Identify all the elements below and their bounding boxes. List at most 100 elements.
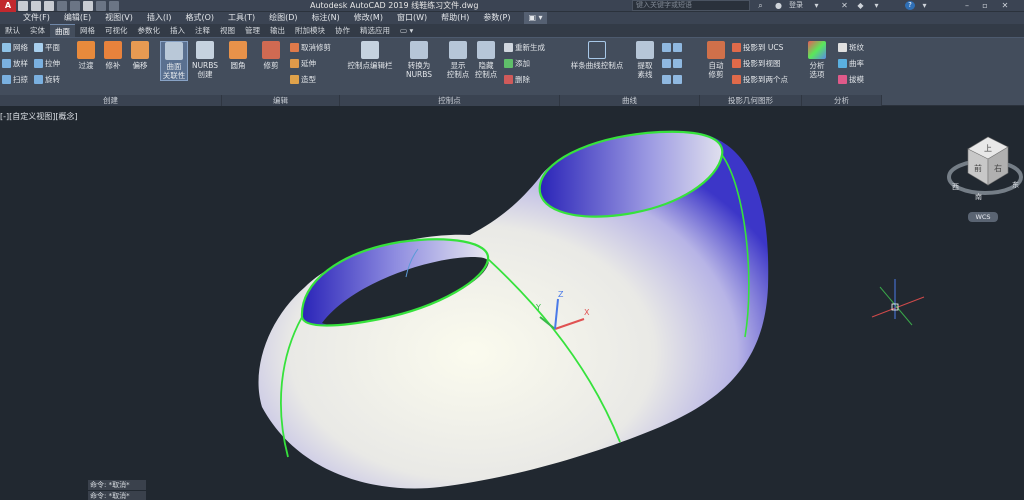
ribbon-tab[interactable]: 视图 <box>215 24 240 37</box>
app-logo-icon[interactable]: A <box>0 0 16 12</box>
remove-cv-button[interactable]: 删除 <box>504 74 530 85</box>
help-icon[interactable]: ? <box>905 1 915 10</box>
offset-button[interactable]: 偏移 <box>127 41 153 70</box>
ribbon-tab[interactable]: 输出 <box>265 24 290 37</box>
plot-icon[interactable] <box>70 1 80 11</box>
save-icon[interactable] <box>44 1 54 11</box>
hide-cv-button[interactable]: 隐藏 控制点 <box>472 41 500 79</box>
menu-dimension[interactable]: 标注(N) <box>312 12 340 24</box>
maximize-icon[interactable]: ▫ <box>978 0 992 11</box>
save-as-icon[interactable] <box>57 1 67 11</box>
new-file-icon[interactable] <box>18 1 28 11</box>
menu-format[interactable]: 格式(O) <box>185 12 214 24</box>
analysis-options-button[interactable]: 分析 选项 <box>804 41 830 79</box>
menu-overflow[interactable]: ▣ ▾ <box>524 12 547 24</box>
ribbon-tab[interactable]: 参数化 <box>133 24 166 37</box>
show-cv-button[interactable]: 显示 控制点 <box>444 41 472 79</box>
menu-insert[interactable]: 插入(I) <box>147 12 172 24</box>
extract-isolines-button[interactable]: 提取 素线 <box>632 41 658 79</box>
auto-trim-button[interactable]: 自动 修剪 <box>703 41 729 79</box>
add-cv-button[interactable]: 添加 <box>504 58 530 69</box>
web-icon[interactable] <box>83 1 93 11</box>
viewcube[interactable]: 上 前 右 西 南 东 <box>947 136 1023 201</box>
ribbon-tab[interactable]: ▭ ▾ <box>395 24 418 37</box>
menu-view[interactable]: 视图(V) <box>105 12 133 24</box>
project-to-ucs-button[interactable]: 投影到 UCS <box>732 42 783 53</box>
ribbon-tab[interactable]: 可视化 <box>100 24 133 37</box>
viewcube-south-label[interactable]: 南 <box>975 192 982 201</box>
user-icon[interactable]: ● <box>774 1 783 10</box>
ribbon-tab[interactable]: 网格 <box>75 24 100 37</box>
ucs-z-label: Z <box>558 290 564 299</box>
login-link[interactable]: 登录 <box>789 0 803 11</box>
extrude-button[interactable]: 拉伸 <box>34 58 60 69</box>
project-geometry-group-label[interactable]: 投影几何图形 <box>700 95 802 106</box>
open-file-icon[interactable] <box>31 1 41 11</box>
nurbs-creation-button[interactable]: NURBS 创建 <box>190 41 220 79</box>
untrim-button[interactable]: 取消修剪 <box>290 42 331 53</box>
search-icon[interactable]: ⌕ <box>756 1 765 10</box>
planar-button[interactable]: 平面 <box>34 42 60 53</box>
close-icon[interactable]: ✕ <box>998 0 1012 11</box>
stay-connected-icon[interactable]: ▾ <box>872 1 881 10</box>
menu-parametric[interactable]: 参数(P) <box>483 12 510 24</box>
curves-group-label[interactable]: 曲线 <box>560 95 700 106</box>
trim-button[interactable]: 修剪 <box>258 41 284 70</box>
ribbon-tab[interactable]: 曲面 <box>50 24 75 37</box>
undo-icon[interactable] <box>96 1 106 11</box>
ribbon-tab[interactable]: 管理 <box>240 24 265 37</box>
menu-draw[interactable]: 绘图(D) <box>269 12 297 24</box>
drawing-viewport[interactable]: [-][自定义视图][概念] X Y Z 上 前 右 西 南 东 WCS 命令:… <box>0 107 1024 500</box>
ribbon-tab[interactable]: 默认 <box>0 24 25 37</box>
sweep-button[interactable]: 扫掠 <box>2 74 28 85</box>
menu-tools[interactable]: 工具(T) <box>228 12 255 24</box>
rebuild-button[interactable]: 重新生成 <box>504 42 545 53</box>
surface-associativity-button[interactable]: 曲面 关联性 <box>160 41 188 81</box>
ribbon-tab[interactable]: 插入 <box>165 24 190 37</box>
curve-tool-2-button[interactable] <box>662 58 682 69</box>
analysis-group-label[interactable]: 分析 <box>802 95 882 106</box>
sculpt-button[interactable]: 造型 <box>290 74 316 85</box>
menu-help[interactable]: 帮助(H) <box>441 12 469 24</box>
patch-button[interactable]: 修补 <box>100 41 126 70</box>
ribbon-tab[interactable]: 注释 <box>190 24 215 37</box>
convert-to-nurbs-button[interactable]: 转换为 NURBS <box>404 41 434 79</box>
search-input[interactable]: 键入关键字或短语 <box>632 0 750 11</box>
blend-button[interactable]: 过渡 <box>73 41 99 70</box>
zebra-button[interactable]: 斑纹 <box>838 42 864 53</box>
draft-button[interactable]: 拔模 <box>838 74 864 85</box>
minimize-icon[interactable]: – <box>960 0 974 11</box>
revolve-button[interactable]: 旋转 <box>34 74 60 85</box>
ribbon-tab[interactable]: 附加模块 <box>290 24 330 37</box>
network-button[interactable]: 网络 <box>2 42 28 53</box>
spline-cv-button[interactable]: 样条曲线控制点 <box>564 41 630 70</box>
model-canvas[interactable]: X Y Z 上 前 右 西 南 东 <box>0 107 1024 500</box>
ribbon-tab[interactable]: 协作 <box>330 24 355 37</box>
project-to-view-button[interactable]: 投影到视图 <box>732 58 781 69</box>
wcs-menu[interactable]: WCS <box>968 212 998 222</box>
cv-edit-bar-button[interactable]: 控制点编辑栏 <box>344 41 396 70</box>
menu-modify[interactable]: 修改(M) <box>354 12 383 24</box>
menu-edit[interactable]: 编辑(E) <box>64 12 91 24</box>
edit-group-label[interactable]: 编辑 <box>222 95 340 106</box>
menu-file[interactable]: 文件(F) <box>23 12 50 24</box>
a360-icon[interactable]: ◆ <box>856 1 865 10</box>
create-group-label[interactable]: 创建 <box>0 95 222 106</box>
curvature-button[interactable]: 曲率 <box>838 58 864 69</box>
ribbon-tab[interactable]: 实体 <box>25 24 50 37</box>
viewcube-east-label[interactable]: 东 <box>1012 180 1019 189</box>
loft-button[interactable]: 放样 <box>2 58 28 69</box>
ribbon-tab[interactable]: 精选应用 <box>355 24 395 37</box>
project-two-points-button[interactable]: 投影到两个点 <box>732 74 788 85</box>
fillet-button[interactable]: 圆角 <box>225 41 251 70</box>
viewcube-west-label[interactable]: 西 <box>952 183 959 191</box>
extend-button[interactable]: 延伸 <box>290 58 316 69</box>
control-vertices-group-label[interactable]: 控制点 <box>340 95 560 106</box>
dropdown-chevron-icon[interactable]: ▾ <box>812 1 821 10</box>
help-dropdown-icon[interactable]: ▾ <box>920 1 929 10</box>
curve-tool-1-button[interactable] <box>662 42 682 53</box>
curve-tool-3-button[interactable] <box>662 74 682 85</box>
menu-window[interactable]: 窗口(W) <box>397 12 427 24</box>
exchange-icon[interactable]: ✕ <box>840 1 849 10</box>
redo-icon[interactable] <box>109 1 119 11</box>
